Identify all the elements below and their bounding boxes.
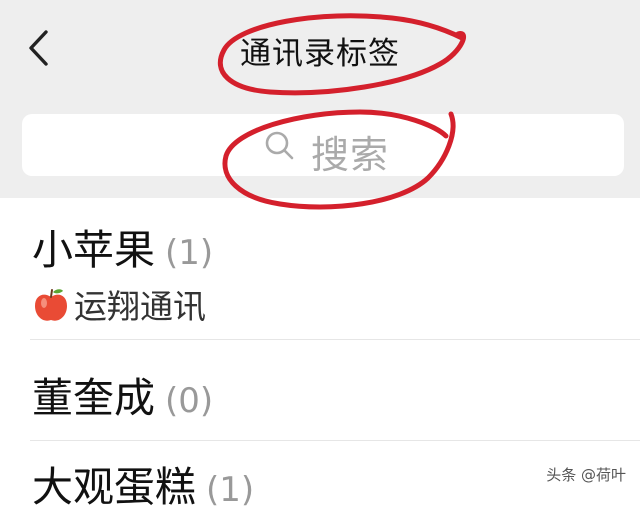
tag-row[interactable]: 小苹果 (1) 运翔通讯 [0, 198, 640, 339]
search-icon [265, 131, 294, 160]
tag-name: 小苹果 (1) [32, 226, 214, 274]
watermark: 头条 @荷叶 [546, 466, 626, 484]
tag-name: 董奎成 (0) [32, 374, 214, 422]
tag-row[interactable]: 董奎成 (0) [0, 340, 640, 440]
search-placeholder: 搜索 [311, 133, 390, 177]
page-title: 通讯录标签 [240, 36, 400, 72]
tag-count: (1) [206, 470, 255, 510]
tag-row[interactable]: 大观蛋糕 (1) [0, 441, 640, 511]
search-bar[interactable]: 搜索 [22, 114, 624, 177]
apple-emoji-icon [35, 289, 67, 321]
tag-name: 大观蛋糕 (1) [32, 463, 255, 511]
tag-count: (0) [165, 381, 214, 421]
nav-header: 通讯录标签 搜索 [0, 0, 640, 198]
tag-members: 运翔通讯 [32, 280, 206, 328]
tag-count: (1) [165, 233, 214, 273]
